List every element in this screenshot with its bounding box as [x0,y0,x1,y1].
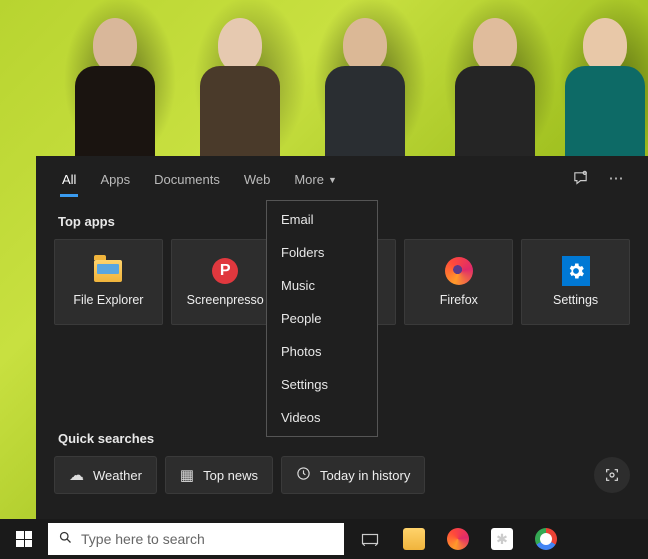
taskbar-app-file-explorer[interactable] [392,519,436,559]
feedback-icon[interactable] [564,162,596,194]
app-label: Screenpresso [187,293,264,307]
search-filter-tabs: All Apps Documents Web More▼ ⋯ [36,156,648,200]
firefox-icon [445,257,473,285]
search-placeholder: Type here to search [81,531,205,547]
quick-search-top-news[interactable]: ▦ Top news [165,456,273,494]
taskbar-search-box[interactable]: Type here to search [48,523,344,555]
chrome-icon [535,528,557,550]
news-icon: ▦ [180,466,194,484]
taskbar-app-firefox[interactable] [436,519,480,559]
tab-more[interactable]: More▼ [284,160,347,197]
firefox-icon [447,528,469,550]
app-tile-firefox[interactable]: Firefox [404,239,513,325]
file-explorer-icon [94,257,122,285]
more-dropdown-menu: Email Folders Music People Photos Settin… [266,200,378,437]
taskbar-app-chrome[interactable] [524,519,568,559]
screenpresso-icon: P [211,257,239,285]
weather-icon: ☁ [69,466,84,484]
file-explorer-icon [403,528,425,550]
tab-all[interactable]: All [52,160,86,197]
more-menu-music[interactable]: Music [267,269,377,302]
more-menu-settings[interactable]: Settings [267,368,377,401]
app-tile-file-explorer[interactable]: File Explorer [54,239,163,325]
app-tile-screenpresso[interactable]: P Screenpresso [171,239,280,325]
chip-label: Today in history [320,468,410,483]
taskbar: Type here to search ✱ [0,519,648,559]
more-menu-email[interactable]: Email [267,203,377,236]
app-label: File Explorer [73,293,143,307]
tab-apps[interactable]: Apps [90,160,140,197]
chip-label: Weather [93,468,142,483]
tab-documents[interactable]: Documents [144,160,230,197]
screenshot-search-button[interactable] [594,457,630,493]
history-icon [296,466,311,485]
search-icon [58,530,73,549]
quick-search-today-in-history[interactable]: Today in history [281,456,425,494]
chip-label: Top news [203,468,258,483]
app-tile-settings[interactable]: Settings [521,239,630,325]
windows-logo-icon [16,531,32,547]
app-label: Settings [553,293,598,307]
more-menu-photos[interactable]: Photos [267,335,377,368]
taskbar-app-slack[interactable]: ✱ [480,519,524,559]
more-menu-videos[interactable]: Videos [267,401,377,434]
more-menu-people[interactable]: People [267,302,377,335]
settings-icon [562,257,590,285]
start-button[interactable] [0,519,48,559]
app-label: Firefox [440,293,478,307]
slack-icon: ✱ [491,528,513,550]
quick-searches-row: ☁ Weather ▦ Top news Today in history [36,456,648,494]
task-view-button[interactable] [348,519,392,559]
options-icon[interactable]: ⋯ [600,162,632,194]
more-menu-folders[interactable]: Folders [267,236,377,269]
tab-web[interactable]: Web [234,160,281,197]
quick-search-weather[interactable]: ☁ Weather [54,456,157,494]
chevron-down-icon: ▼ [328,175,337,185]
